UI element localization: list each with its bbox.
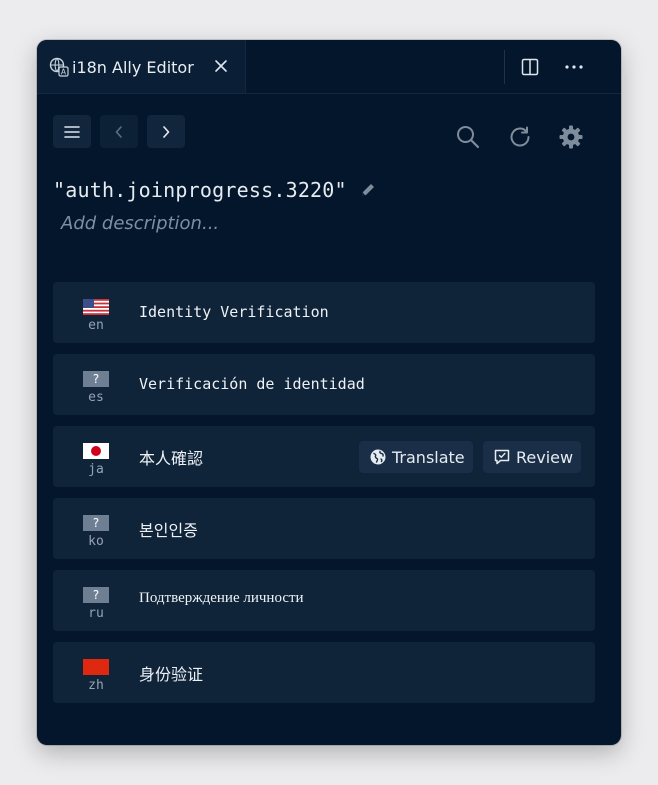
tab-i18n-ally-editor[interactable]: A i18n Ally Editor — [37, 40, 246, 93]
gear-icon[interactable] — [558, 124, 584, 150]
review-label: Review — [516, 447, 574, 467]
translate-label: Translate — [392, 447, 465, 467]
tab-actions-divider — [504, 50, 505, 84]
locale-row-ja[interactable]: ja 本人確認 Translate Review — [53, 426, 595, 487]
menu-button[interactable] — [53, 115, 91, 148]
unknown-flag-icon: ? — [83, 371, 109, 387]
locale-text: Подтверждение личности — [139, 590, 304, 606]
refresh-icon[interactable] — [507, 124, 533, 150]
locale-row-ko[interactable]: ? ko 본인인증 — [53, 498, 595, 559]
locale-row-en[interactable]: en Identity Verification — [53, 282, 595, 343]
chevron-left-icon — [115, 125, 122, 138]
locale-code: ko — [88, 534, 104, 549]
next-button[interactable] — [147, 115, 185, 148]
comment-icon — [494, 449, 510, 465]
tab-bar: A i18n Ally Editor — [37, 40, 621, 94]
description-input[interactable]: Add description... — [61, 213, 219, 234]
locale-text: 本人確認 — [139, 449, 204, 468]
unknown-flag-icon: ? — [83, 587, 109, 603]
tab-title: i18n Ally Editor — [72, 58, 194, 77]
i18n-ally-icon: A — [49, 57, 69, 77]
locale-text: Identity Verification — [139, 303, 329, 321]
locale-text: 본인인증 — [139, 521, 198, 540]
locale-text: 身份验证 — [139, 665, 204, 684]
svg-text:A: A — [61, 68, 67, 77]
locale-code: es — [88, 390, 104, 405]
previous-button[interactable] — [100, 115, 138, 148]
close-icon[interactable] — [212, 57, 230, 75]
key-title: "auth.joinprogress.3220" — [53, 178, 347, 202]
editor-window: A i18n Ally Editor "auth.joinprogress.32… — [37, 40, 621, 745]
locale-row-es[interactable]: ? es Verificación de identidad — [53, 354, 595, 415]
chevron-right-icon — [163, 125, 170, 138]
review-button[interactable]: Review — [483, 441, 581, 473]
locale-code: en — [88, 318, 104, 333]
translate-button[interactable]: Translate — [359, 441, 473, 473]
unknown-flag-icon: ? — [83, 515, 109, 531]
search-icon[interactable] — [455, 124, 481, 150]
us-flag-icon — [83, 299, 109, 315]
locale-row-zh[interactable]: zh 身份验证 — [53, 642, 595, 703]
locale-row-ru[interactable]: ? ru Подтверждение личности — [53, 570, 595, 631]
globe-icon — [370, 449, 386, 465]
locale-text: Verificación de identidad — [139, 375, 365, 393]
cn-flag-icon — [83, 659, 109, 675]
locale-code: ru — [88, 606, 104, 621]
jp-flag-icon — [83, 443, 109, 459]
locale-code: ja — [88, 462, 104, 477]
locale-code: zh — [88, 678, 104, 693]
more-icon[interactable] — [564, 58, 584, 76]
pencil-icon[interactable] — [359, 181, 377, 199]
split-editor-icon[interactable] — [521, 58, 539, 76]
menu-icon — [64, 125, 80, 138]
